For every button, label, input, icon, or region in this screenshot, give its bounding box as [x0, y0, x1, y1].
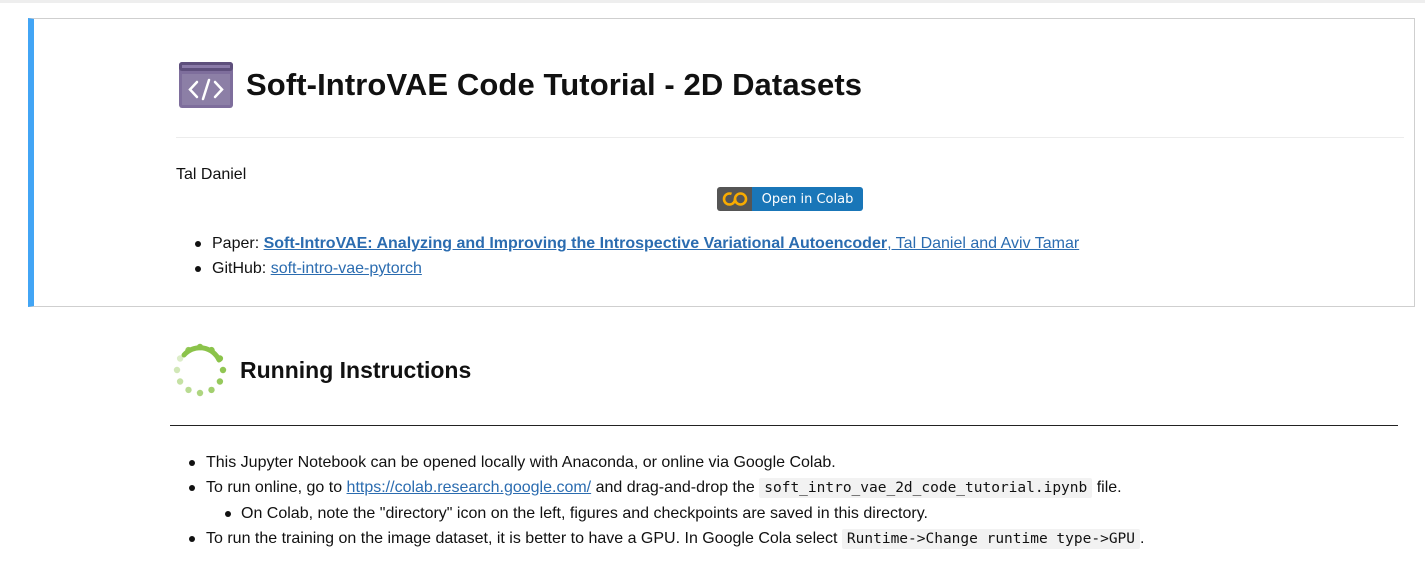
github-link[interactable]: soft-intro-vae-pytorch	[271, 260, 422, 277]
instructions-list: This Jupyter Notebook can be opened loca…	[188, 450, 1144, 552]
links-list: Paper: Soft-IntroVAE: Analyzing and Impr…	[194, 231, 1079, 281]
runtime-menu-path-code: Runtime->Change runtime type->GPU	[841, 529, 1141, 549]
colab-logo-icon	[717, 187, 752, 211]
section-title: Running Instructions	[240, 356, 472, 383]
title-row: Soft-IntroVAE Code Tutorial - 2D Dataset…	[178, 59, 862, 111]
author-name: Tal Daniel	[176, 166, 247, 183]
paper-prefix: Paper:	[212, 235, 264, 252]
instruction-text: .	[1140, 530, 1145, 547]
instruction-text: On Colab, note the "directory" icon on t…	[241, 505, 928, 522]
open-in-colab-button[interactable]: Open in Colab	[717, 187, 863, 211]
markdown-cell-instructions[interactable]: Running Instructions This Jupyter Notebo…	[28, 320, 1415, 581]
section-divider	[170, 425, 1398, 426]
list-item-paper: Paper: Soft-IntroVAE: Analyzing and Impr…	[194, 231, 1079, 256]
notebook-filename-code: soft_intro_vae_2d_code_tutorial.ipynb	[759, 478, 1093, 498]
sub-list-item: On Colab, note the "directory" icon on t…	[188, 501, 1144, 526]
github-prefix: GitHub:	[212, 260, 271, 277]
top-gap	[0, 0, 1425, 3]
paper-authors-link[interactable]: , Tal Daniel and Aviv Tamar	[887, 235, 1079, 252]
markdown-cell-header[interactable]: Soft-IntroVAE Code Tutorial - 2D Dataset…	[28, 18, 1415, 307]
list-item: This Jupyter Notebook can be opened loca…	[188, 450, 1144, 475]
list-item: To run the training on the image dataset…	[188, 526, 1144, 552]
instruction-text: This Jupyter Notebook can be opened loca…	[206, 454, 836, 471]
instruction-text: To run the training on the image dataset…	[206, 530, 842, 547]
instruction-text: and drag-and-drop the	[591, 479, 760, 496]
list-item: To run online, go to https://colab.resea…	[188, 475, 1144, 501]
code-window-icon	[179, 62, 233, 108]
instruction-text: file.	[1096, 479, 1122, 496]
list-item-github: GitHub: soft-intro-vae-pytorch	[194, 256, 1079, 281]
colab-badge-label: Open in Colab	[752, 187, 863, 211]
instruction-text: To run online, go to	[206, 479, 347, 496]
loading-spinner-icon	[173, 343, 227, 397]
page-title: Soft-IntroVAE Code Tutorial - 2D Dataset…	[246, 67, 863, 102]
colab-url-link[interactable]: https://colab.research.google.com/	[347, 479, 592, 496]
divider	[176, 137, 1404, 138]
section-heading-row: Running Instructions	[172, 342, 471, 398]
paper-link[interactable]: Soft-IntroVAE: Analyzing and Improving t…	[264, 235, 887, 252]
